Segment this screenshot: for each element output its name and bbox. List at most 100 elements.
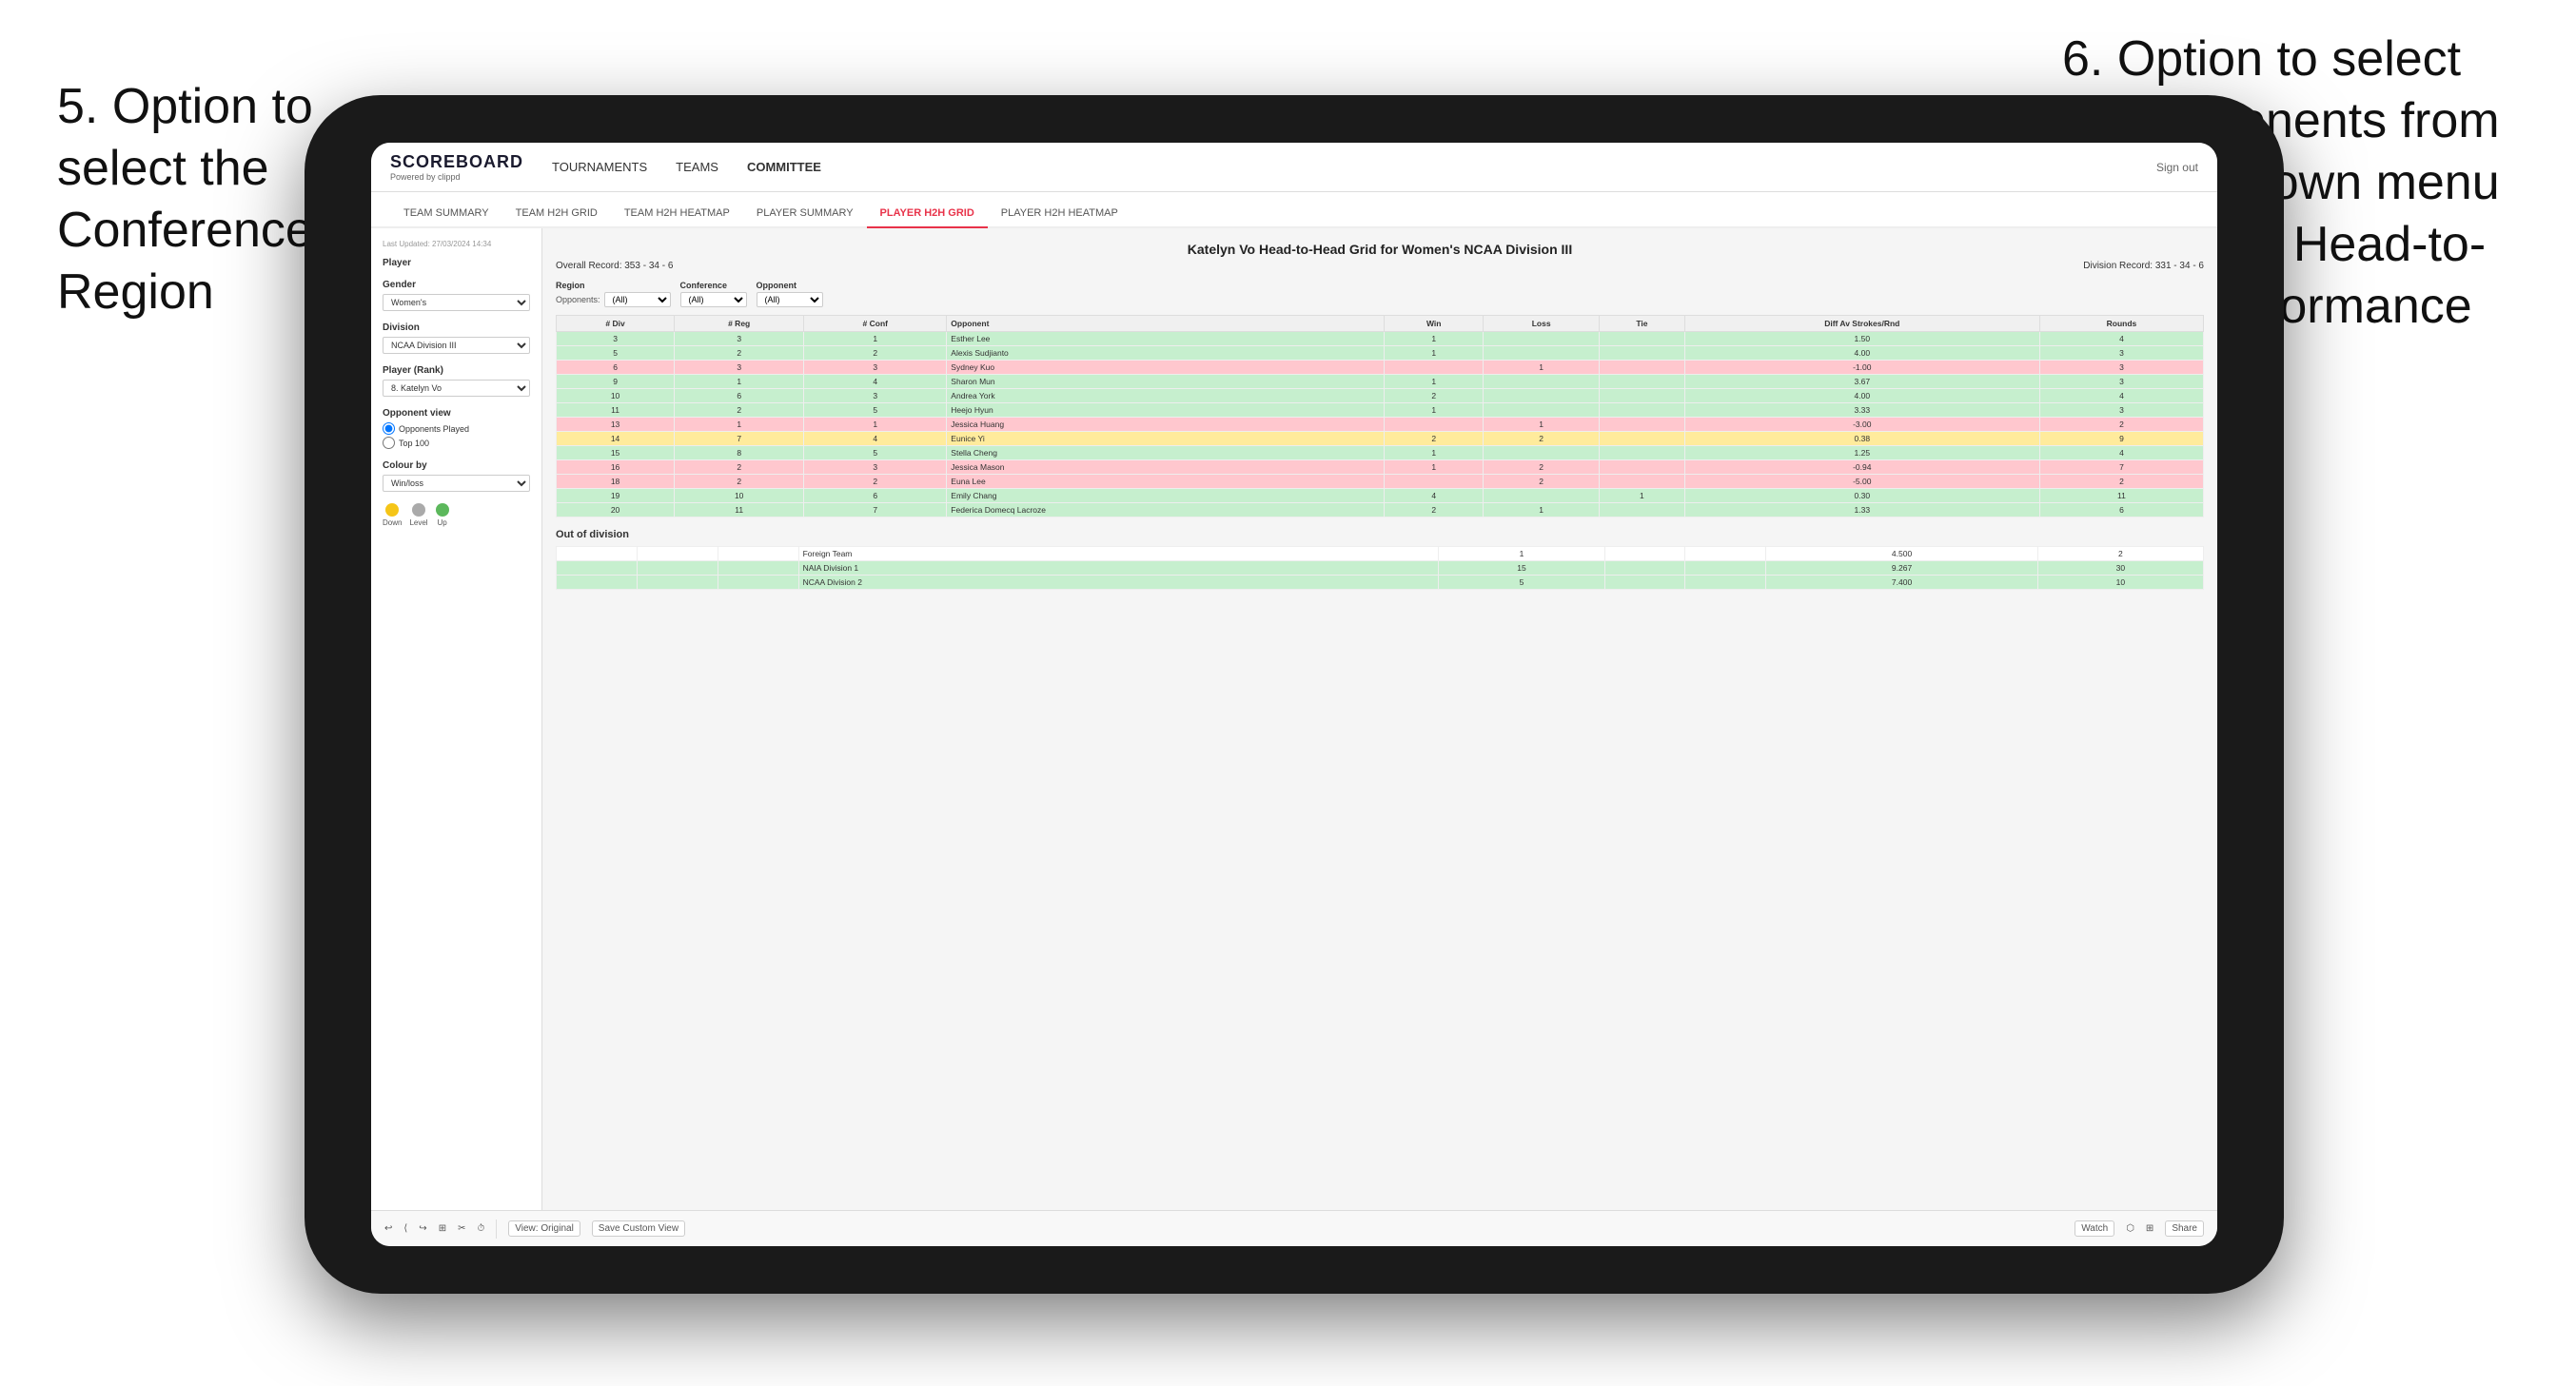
- radio-top-100[interactable]: Top 100: [383, 437, 530, 449]
- sub-nav-team-summary[interactable]: TEAM SUMMARY: [390, 200, 502, 228]
- td-diff: 4.00: [1684, 389, 2039, 403]
- td-diff: 1.50: [1684, 332, 2039, 346]
- opponent-select[interactable]: (All): [757, 292, 823, 307]
- td-reg: 7: [675, 432, 804, 446]
- td-conf: [718, 561, 798, 576]
- td-div: 15: [557, 446, 675, 460]
- player-rank-select[interactable]: 8. Katelyn Vo: [383, 380, 530, 397]
- td-tie: [1600, 475, 1684, 489]
- td-opponent: NCAA Division 2: [798, 576, 1439, 590]
- radio-opponents-played[interactable]: Opponents Played: [383, 422, 530, 435]
- conference-select[interactable]: (All): [680, 292, 747, 307]
- td-rounds: 4: [2039, 332, 2203, 346]
- td-div: [557, 561, 638, 576]
- sign-out-link[interactable]: Sign out: [2156, 161, 2198, 174]
- td-tie: [1685, 547, 1766, 561]
- toolbar-icon-2[interactable]: ⊞: [2146, 1223, 2153, 1234]
- td-tie: [1685, 576, 1766, 590]
- sub-nav-team-h2h-heatmap[interactable]: TEAM H2H HEATMAP: [611, 200, 743, 228]
- toolbar-clock[interactable]: ⏱: [477, 1223, 484, 1234]
- toolbar-sep-1: [496, 1220, 497, 1239]
- td-win: [1385, 418, 1484, 432]
- share-button[interactable]: Share: [2165, 1220, 2204, 1237]
- td-loss: [1604, 547, 1685, 561]
- toolbar-copy[interactable]: ⊞: [439, 1223, 446, 1234]
- td-win: 2: [1385, 389, 1484, 403]
- sub-nav-player-summary[interactable]: PLAYER SUMMARY: [743, 200, 867, 228]
- td-tie: [1600, 503, 1684, 517]
- td-reg: 2: [675, 475, 804, 489]
- division-select[interactable]: NCAA Division III: [383, 337, 530, 354]
- th-opponent: Opponent: [947, 316, 1385, 332]
- sidebar-gender-section: Gender Women's: [383, 280, 530, 311]
- sub-nav-team-h2h-grid[interactable]: TEAM H2H GRID: [502, 200, 611, 228]
- td-loss: [1484, 403, 1600, 418]
- view-original-button[interactable]: View: Original: [508, 1220, 580, 1237]
- table-row: 14 7 4 Eunice Yi 2 2 0.38 9: [557, 432, 2204, 446]
- td-loss: [1604, 561, 1685, 576]
- toolbar: ↩ ⟨ ↪ ⊞ ✂ ⏱ View: Original Save Custom V…: [371, 1210, 2217, 1246]
- td-diff: 1.25: [1684, 446, 2039, 460]
- toolbar-scissors[interactable]: ✂: [458, 1223, 465, 1234]
- td-conf: 1: [804, 418, 947, 432]
- region-filter-label: Region: [556, 281, 671, 290]
- td-loss: 2: [1484, 432, 1600, 446]
- sub-nav-player-h2h-heatmap[interactable]: PLAYER H2H HEATMAP: [988, 200, 1131, 228]
- td-rounds: 3: [2039, 346, 2203, 361]
- colour-by-select[interactable]: Win/loss: [383, 475, 530, 492]
- region-filter-group: Region Opponents: (All): [556, 281, 671, 307]
- td-div: 6: [557, 361, 675, 375]
- table-row: 20 11 7 Federica Domecq Lacroze 2 1 1.33…: [557, 503, 2204, 517]
- td-diff: 9.267: [1766, 561, 2038, 576]
- nav-tournaments[interactable]: TOURNAMENTS: [552, 156, 647, 178]
- td-win: 1: [1385, 446, 1484, 460]
- td-div: 20: [557, 503, 675, 517]
- toolbar-redo[interactable]: ↪: [419, 1223, 426, 1234]
- table-row: 5 2 2 Alexis Sudjianto 1 4.00 3: [557, 346, 2204, 361]
- td-win: [1385, 475, 1484, 489]
- nav-teams[interactable]: TEAMS: [676, 156, 718, 178]
- td-tie: 1: [1600, 489, 1684, 503]
- legend-up-label: Up: [437, 518, 446, 527]
- td-rounds: 30: [2037, 561, 2203, 576]
- legend-down-label: Down: [383, 518, 402, 527]
- table-row: 16 2 3 Jessica Mason 1 2 -0.94 7: [557, 460, 2204, 475]
- td-opponent: Jessica Huang: [947, 418, 1385, 432]
- toolbar-icon-1[interactable]: ⬡: [2126, 1223, 2134, 1234]
- table-row: 11 2 5 Heejo Hyun 1 3.33 3: [557, 403, 2204, 418]
- td-loss: [1484, 389, 1600, 403]
- td-diff: -5.00: [1684, 475, 2039, 489]
- td-conf: 3: [804, 460, 947, 475]
- td-win: 4: [1385, 489, 1484, 503]
- td-diff: 7.400: [1766, 576, 2038, 590]
- td-reg: 10: [675, 489, 804, 503]
- region-select[interactable]: (All): [604, 292, 671, 307]
- td-win: 1: [1385, 375, 1484, 389]
- nav-committee[interactable]: COMMITTEE: [747, 156, 821, 178]
- td-win: 1: [1385, 460, 1484, 475]
- save-custom-button[interactable]: Save Custom View: [592, 1220, 685, 1237]
- watch-button[interactable]: Watch: [2075, 1220, 2114, 1237]
- td-opponent: Sydney Kuo: [947, 361, 1385, 375]
- td-win: 1: [1385, 403, 1484, 418]
- td-win: 2: [1385, 503, 1484, 517]
- td-rounds: 2: [2037, 547, 2203, 561]
- td-div: 13: [557, 418, 675, 432]
- out-of-division-table: Foreign Team 1 4.500 2 NAIA Division 1 1…: [556, 546, 2204, 590]
- logo-subtext: Powered by clippd: [390, 172, 523, 182]
- td-rounds: 2: [2039, 418, 2203, 432]
- overall-record: Overall Record: 353 - 34 - 6: [556, 261, 673, 271]
- td-rounds: 3: [2039, 361, 2203, 375]
- td-reg: 6: [675, 389, 804, 403]
- gender-select[interactable]: Women's: [383, 294, 530, 311]
- filter-row: Region Opponents: (All) Conference (: [556, 281, 2204, 307]
- td-conf: 1: [804, 332, 947, 346]
- td-loss: [1484, 446, 1600, 460]
- td-win: 2: [1385, 432, 1484, 446]
- sub-nav-player-h2h-grid[interactable]: PLAYER H2H GRID: [867, 200, 988, 228]
- sidebar-opponent-view-section: Opponent view Opponents Played Top 100: [383, 408, 530, 449]
- td-tie: [1600, 375, 1684, 389]
- toolbar-undo[interactable]: ↩: [384, 1223, 392, 1234]
- th-div: # Div: [557, 316, 675, 332]
- toolbar-step-back[interactable]: ⟨: [403, 1223, 407, 1234]
